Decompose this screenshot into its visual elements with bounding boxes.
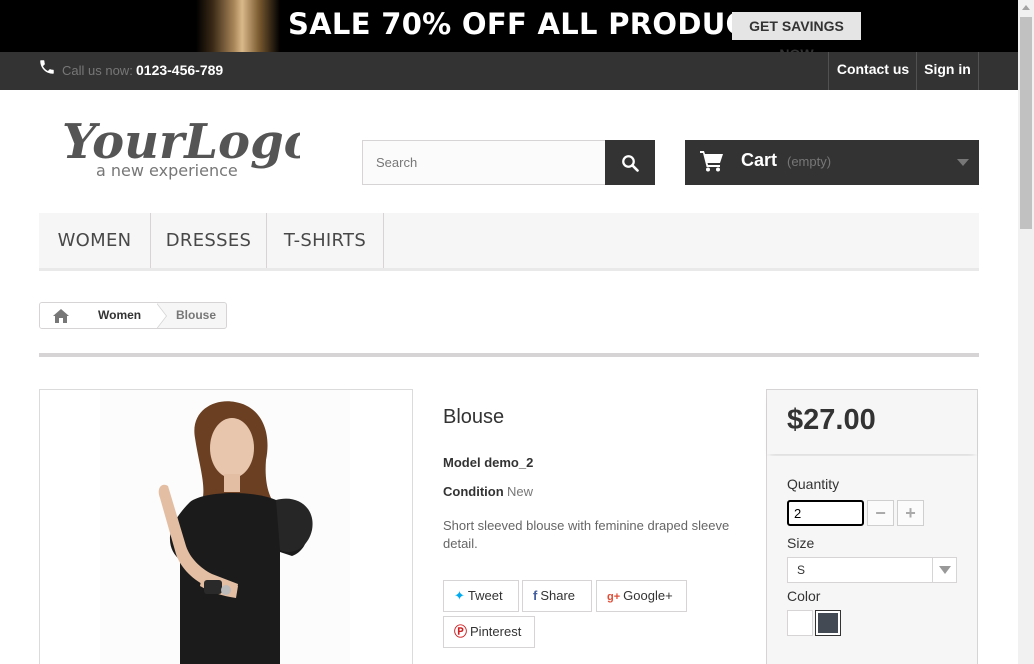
get-savings-button[interactable]: GET SAVINGS NOW — [732, 12, 861, 52]
breadcrumb-current: Blouse — [176, 308, 217, 322]
promo-model-image — [196, 0, 280, 52]
main-menu: WOMEN DRESSES T-SHIRTS — [39, 213, 979, 271]
section-divider — [39, 353, 979, 357]
quantity-label: Quantity — [787, 476, 840, 492]
quantity-input[interactable] — [787, 500, 864, 526]
chevron-down-icon — [932, 558, 956, 582]
buy-box: $27.00 Quantity − + Size S Color — [766, 389, 978, 664]
search-icon — [622, 154, 639, 172]
cart-label: Cart — [741, 150, 778, 170]
tweet-button[interactable]: ✦ Tweet — [443, 580, 519, 612]
menu-item-tshirts[interactable]: T-SHIRTS — [267, 213, 384, 268]
google-plus-button[interactable]: g+ Google+ — [596, 580, 687, 612]
color-swatch-black-selected[interactable] — [815, 610, 841, 636]
facebook-icon: f — [533, 588, 538, 603]
page-scrollbar[interactable] — [1018, 0, 1034, 664]
product-page: SALE 70% OFF ALL PRODUCTS GET SAVINGS NO… — [0, 0, 1034, 664]
promo-headline: SALE 70% OFF ALL PRODUCTS — [288, 7, 789, 41]
google-label: Google+ — [623, 588, 673, 603]
model-value: demo_2 — [484, 455, 534, 470]
breadcrumb-women[interactable]: Women — [82, 303, 158, 328]
home-icon — [53, 308, 69, 323]
phone-number: 0123-456-789 — [136, 62, 224, 78]
phone-icon — [40, 60, 54, 74]
site-logo[interactable]: YourLogo a new experience — [60, 112, 300, 182]
product-price: $27.00 — [787, 404, 876, 436]
product-options: Quantity − + Size S Color — [767, 456, 977, 664]
top-nav-bar: Call us now: 0123-456-789 Contact us Sig… — [0, 52, 1018, 90]
menu-item-dresses[interactable]: DRESSES — [151, 213, 267, 268]
product-title: Blouse — [443, 406, 505, 428]
contact-us-link[interactable]: Contact us — [828, 52, 917, 90]
logo-tagline: a new experience — [96, 161, 238, 180]
condition-label: Condition — [443, 484, 504, 499]
cart-status: (empty) — [787, 154, 832, 169]
google-plus-icon: g+ — [607, 591, 621, 603]
model-label: Model — [443, 455, 481, 470]
product-image[interactable] — [39, 389, 413, 664]
chevron-down-icon — [957, 159, 969, 166]
menu-item-women[interactable]: WOMEN — [39, 213, 151, 268]
product-photo — [100, 390, 350, 664]
scroll-up-arrow-icon[interactable] — [1022, 5, 1030, 10]
size-selected-value: S — [797, 563, 806, 577]
call-us-label: Call us now: — [62, 63, 133, 78]
breadcrumb-home[interactable] — [40, 303, 82, 328]
condition-value: New — [507, 484, 534, 499]
product-description: Short sleeved blouse with feminine drape… — [443, 518, 730, 551]
size-label: Size — [787, 535, 815, 551]
sign-in-link[interactable]: Sign in — [916, 52, 979, 90]
cart-dropdown[interactable]: Cart (empty) — [685, 140, 979, 185]
color-swatch-white[interactable] — [787, 610, 813, 636]
tweet-label: Tweet — [467, 588, 503, 603]
color-swatch-fill — [818, 613, 838, 633]
breadcrumb-separator-fill — [156, 303, 166, 328]
pinterest-icon: Ⓟ — [454, 624, 468, 639]
quantity-decrease-button[interactable]: − — [867, 500, 894, 526]
facebook-share-button[interactable]: f Share — [522, 580, 592, 612]
promo-banner[interactable]: SALE 70% OFF ALL PRODUCTS GET SAVINGS NO… — [0, 0, 1018, 52]
product-model: Model demo_2 — [443, 455, 533, 470]
price-area: $27.00 — [767, 390, 977, 454]
size-select[interactable]: S — [787, 557, 957, 583]
search-input[interactable] — [362, 140, 606, 185]
share-label: Share — [540, 588, 576, 603]
pinterest-button[interactable]: Ⓟ Pinterest — [443, 616, 535, 648]
shopping-cart-icon — [700, 151, 723, 172]
twitter-icon: ✦ — [454, 588, 465, 603]
pinterest-label: Pinterest — [470, 624, 522, 639]
quantity-increase-button[interactable]: + — [897, 500, 924, 526]
breadcrumb: Women Blouse — [39, 302, 227, 329]
scrollbar-thumb[interactable] — [1020, 17, 1032, 229]
color-label: Color — [787, 588, 821, 604]
search-button[interactable] — [605, 140, 655, 185]
